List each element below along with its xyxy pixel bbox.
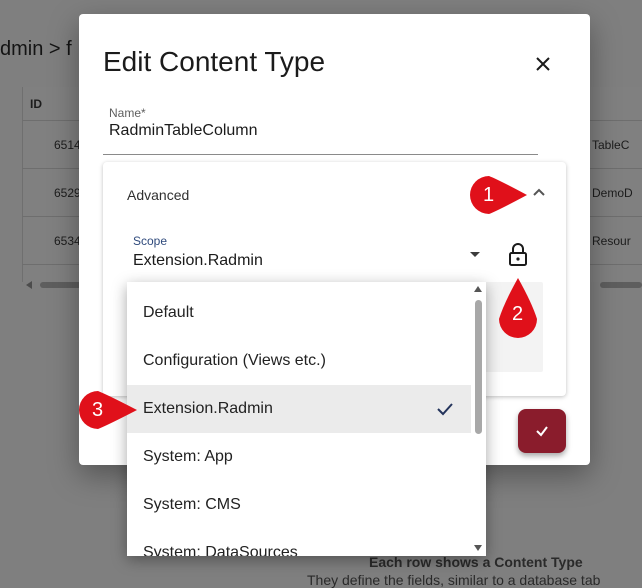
scope-option-system-datasources[interactable]: System: DataSources xyxy=(127,529,471,556)
check-icon xyxy=(437,403,453,416)
scope-option-extension-radmin[interactable]: Extension.Radmin xyxy=(127,385,471,433)
marker-number: 3 xyxy=(92,399,104,421)
scope-option-configuration[interactable]: Configuration (Views etc.) xyxy=(127,337,471,385)
annotation-marker-1: 1 xyxy=(465,175,531,215)
scope-select[interactable]: Scope Extension.Radmin xyxy=(127,230,486,284)
dropdown-scrollbar[interactable] xyxy=(471,282,486,556)
marker-number: 1 xyxy=(483,184,495,206)
option-label: Extension.Radmin xyxy=(143,400,273,417)
table-cell-id: 6534 xyxy=(54,234,81,248)
marker-number: 2 xyxy=(512,303,524,325)
close-button[interactable] xyxy=(529,50,557,78)
advanced-toggle[interactable]: Advanced xyxy=(127,187,189,203)
lock-button[interactable] xyxy=(507,242,529,268)
chevron-up-icon[interactable] xyxy=(531,184,547,200)
option-label: System: App xyxy=(143,448,233,465)
table-cell-id: 6514 xyxy=(54,138,81,152)
option-label: Configuration (Views etc.) xyxy=(143,352,326,369)
name-input[interactable]: RadminTableColumn xyxy=(109,122,258,140)
option-label: System: DataSources xyxy=(143,544,298,556)
table-cell-name: Resour xyxy=(592,234,631,248)
annotation-marker-2: 2 xyxy=(497,275,539,341)
scope-dropdown: Default Configuration (Views etc.) Exten… xyxy=(127,282,486,556)
close-icon xyxy=(536,57,550,71)
scope-label: Scope xyxy=(133,234,168,248)
marker-pin-icon xyxy=(470,176,527,214)
scope-option-system-app[interactable]: System: App xyxy=(127,433,471,481)
scope-option-system-cms[interactable]: System: CMS xyxy=(127,481,471,529)
scope-value: Extension.Radmin xyxy=(133,252,263,269)
caret-down-icon[interactable] xyxy=(470,252,480,257)
option-label: Default xyxy=(143,304,194,321)
scroll-left-icon[interactable] xyxy=(26,281,32,289)
save-button[interactable] xyxy=(518,409,566,453)
dropdown-scrollbar-thumb[interactable] xyxy=(475,300,482,434)
option-label: System: CMS xyxy=(143,496,241,513)
dialog-title: Edit Content Type xyxy=(103,46,326,77)
scroll-down-icon[interactable] xyxy=(474,545,482,551)
name-label: Name* xyxy=(109,106,146,120)
footer-title: Each row shows a Content Type xyxy=(369,554,583,570)
table-cell-name: TableC xyxy=(592,138,630,152)
annotation-marker-3: 3 xyxy=(77,390,139,430)
table-cell-id: 6529 xyxy=(54,186,81,200)
check-icon xyxy=(536,426,548,437)
scope-option-default[interactable]: Default xyxy=(127,289,471,337)
scroll-up-icon[interactable] xyxy=(474,286,482,292)
marker-pin-icon xyxy=(79,391,137,429)
breadcrumb: dmin > f xyxy=(0,38,72,60)
horizontal-scrollbar-thumb[interactable] xyxy=(600,282,642,288)
lock-open-icon xyxy=(509,243,527,266)
table-header-id: ID xyxy=(30,97,42,111)
table-cell-name: DemoD xyxy=(592,186,633,200)
name-field[interactable]: Name* RadminTableColumn xyxy=(103,106,538,155)
